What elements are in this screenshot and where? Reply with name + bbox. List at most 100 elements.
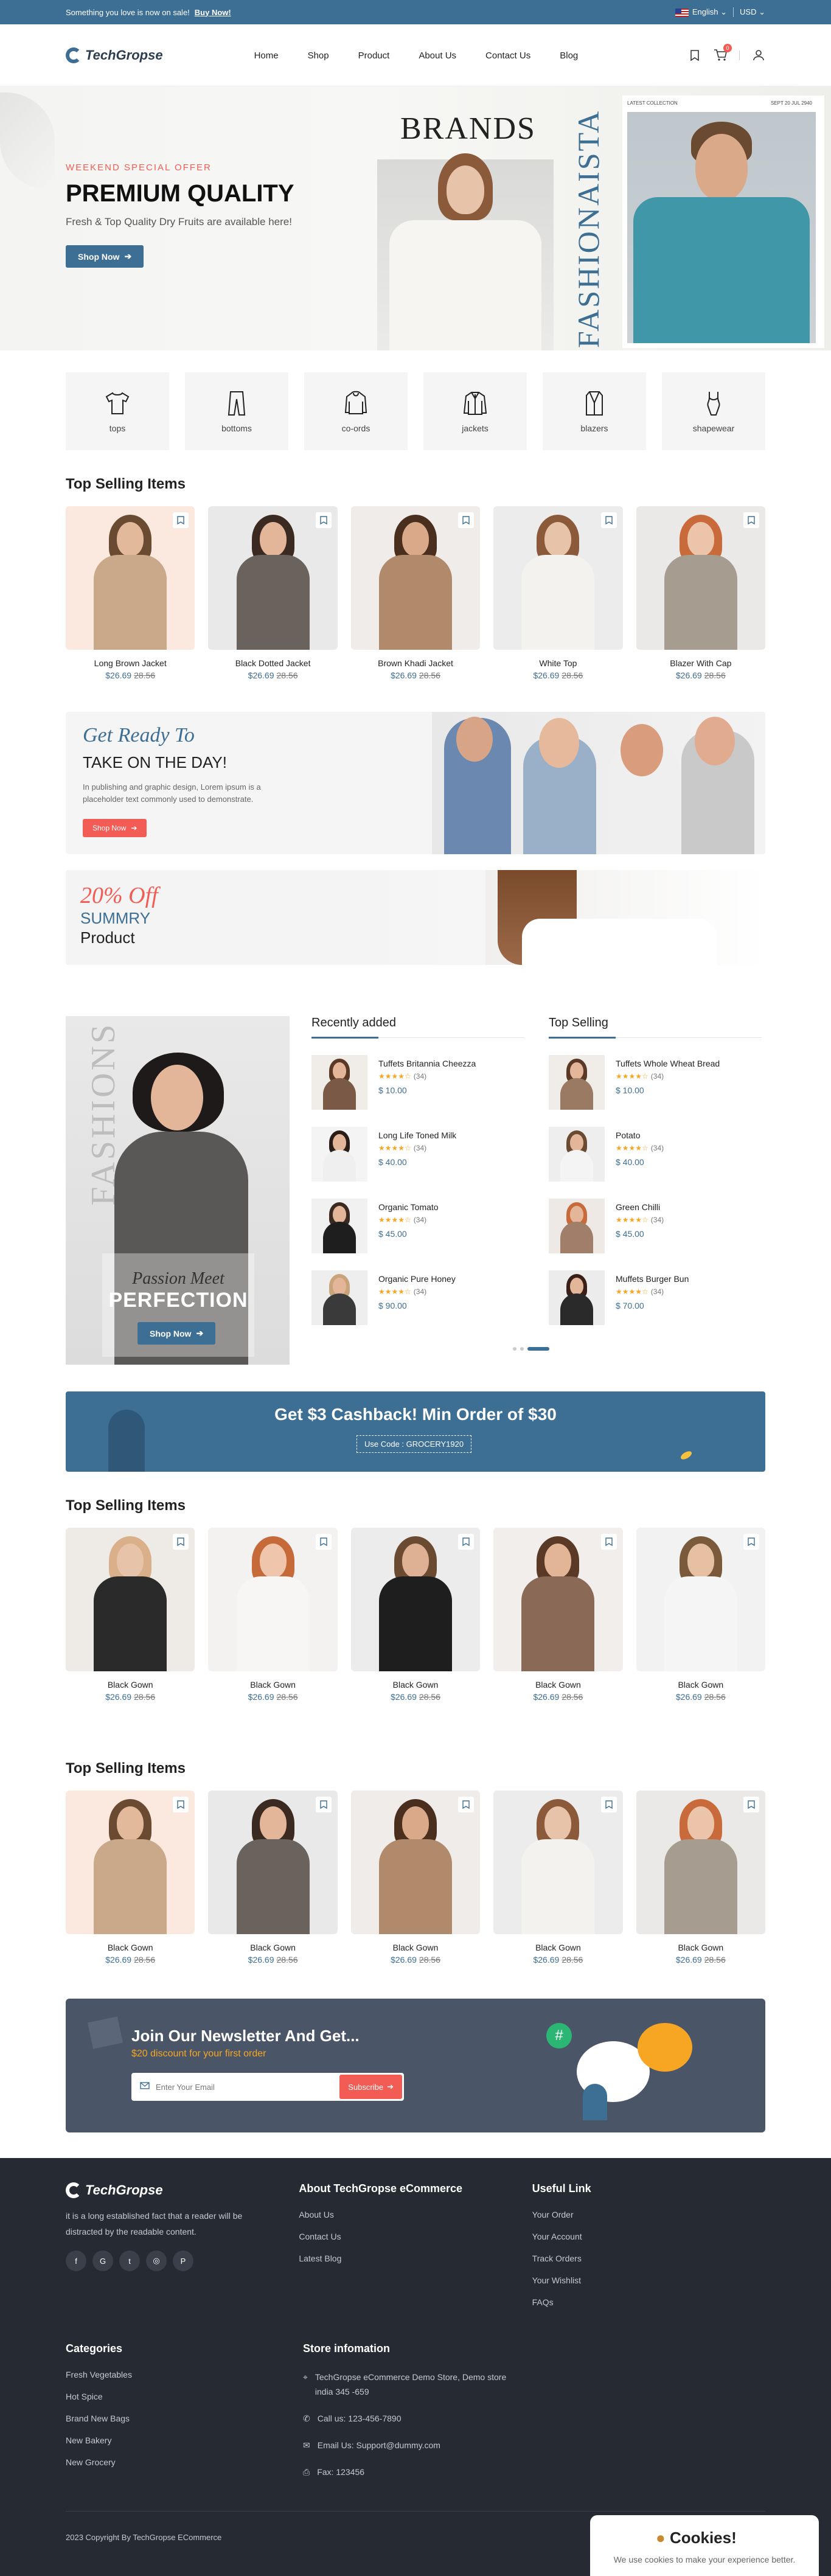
product-card[interactable]: Black Gown $26.69 28.56 — [636, 1528, 766, 1702]
nav-product[interactable]: Product — [358, 50, 390, 61]
carousel-dot[interactable] — [513, 1347, 516, 1351]
list-item-thumbnail[interactable] — [311, 1055, 367, 1110]
product-name[interactable]: Black Gown — [493, 1943, 622, 1952]
list-item[interactable]: Tuffets Whole Wheat Bread ★★★★☆ (34) $ 10.0… — [549, 1055, 762, 1110]
product-name[interactable]: Black Gown — [351, 1943, 480, 1952]
bookmark-icon[interactable] — [458, 1797, 475, 1812]
list-item-name[interactable]: Organic Pure Honey — [378, 1274, 456, 1284]
product-image[interactable] — [350, 1528, 481, 1671]
product-image[interactable] — [493, 506, 623, 650]
hero-shop-now-button[interactable]: Shop Now ➔ — [66, 245, 144, 268]
bookmark-icon[interactable] — [743, 1534, 760, 1550]
bookmark-icon[interactable] — [458, 512, 475, 528]
product-image[interactable] — [350, 1791, 481, 1934]
list-item-name[interactable]: Tuffets Whole Wheat Bread — [616, 1059, 720, 1068]
bookmark-icon[interactable] — [458, 1534, 475, 1550]
bookmark-icon[interactable] — [600, 1797, 617, 1812]
list-item-thumbnail[interactable] — [549, 1199, 605, 1253]
product-card[interactable]: Black Gown $26.69 28.56 — [66, 1528, 195, 1702]
subscribe-button[interactable]: Subscribe ➔ — [339, 2075, 402, 2099]
bookmark-icon[interactable] — [743, 1797, 760, 1812]
product-card[interactable]: Brown Khadi Jacket $26.69 28.56 — [350, 506, 481, 680]
nav-contact-us[interactable]: Contact Us — [485, 50, 530, 61]
product-name[interactable]: Black Gown — [66, 1680, 195, 1690]
product-card[interactable]: Black Gown $26.69 28.56 — [208, 1791, 338, 1965]
footer-link-latest-blog[interactable]: Latest Blog — [299, 2254, 532, 2263]
bookmark-icon[interactable] — [315, 1797, 332, 1812]
product-name[interactable]: Black Dotted Jacket — [208, 658, 337, 668]
product-name[interactable]: Black Gown — [636, 1680, 765, 1690]
product-image[interactable] — [636, 506, 766, 650]
product-image[interactable] — [493, 1791, 623, 1934]
list-item-name[interactable]: Long Life Toned Milk — [378, 1130, 456, 1140]
footer-link-track-orders[interactable]: Track Orders — [532, 2254, 765, 2263]
bookmark-icon[interactable] — [173, 1797, 189, 1812]
list-item-name[interactable]: Tuffets Britannia Cheezza — [378, 1059, 476, 1068]
nav-blog[interactable]: Blog — [560, 50, 578, 61]
logo[interactable]: TechGropse — [66, 47, 163, 63]
list-item-thumbnail[interactable] — [311, 1127, 367, 1182]
poster-shop-now-button[interactable]: Shop Now ➔ — [137, 1322, 216, 1345]
carousel-dot[interactable] — [520, 1347, 524, 1351]
list-item-thumbnail[interactable] — [311, 1270, 367, 1325]
list-item-thumbnail[interactable] — [311, 1199, 367, 1253]
footer-link-your-account[interactable]: Your Account — [532, 2232, 765, 2241]
footer-category-link[interactable]: Fresh Vegetables — [66, 2370, 303, 2379]
product-card[interactable]: Black Gown $26.69 28.56 — [350, 1791, 481, 1965]
facebook-icon[interactable]: f — [66, 2251, 86, 2271]
nav-shop[interactable]: Shop — [308, 50, 329, 61]
google-icon[interactable]: G — [92, 2251, 113, 2271]
product-name[interactable]: Black Gown — [66, 1943, 195, 1952]
footer-category-link[interactable]: Brand New Bags — [66, 2414, 303, 2423]
product-card[interactable]: Black Gown $26.69 28.56 — [350, 1528, 481, 1702]
product-name[interactable]: Black Gown — [208, 1943, 337, 1952]
bookmark-icon[interactable] — [600, 1534, 617, 1550]
bookmark-icon[interactable] — [173, 1534, 189, 1550]
nav-home[interactable]: Home — [254, 50, 279, 61]
footer-category-link[interactable]: New Bakery — [66, 2435, 303, 2445]
bookmark-icon[interactable] — [688, 49, 701, 62]
currency-selector[interactable]: USD ⌄ — [740, 7, 765, 17]
list-item-name[interactable]: Organic Tomato — [378, 1202, 439, 1212]
carousel-dot-active[interactable] — [527, 1347, 549, 1351]
footer-link-contact-us[interactable]: Contact Us — [299, 2232, 532, 2241]
footer-category-link[interactable]: Hot Spice — [66, 2392, 303, 2401]
bookmark-icon[interactable] — [173, 512, 189, 528]
list-item[interactable]: Tuffets Britannia Cheezza ★★★★☆ (34) $ 10.0… — [311, 1055, 524, 1110]
list-item-thumbnail[interactable] — [549, 1055, 605, 1110]
product-name[interactable]: Black Gown — [351, 1680, 480, 1690]
list-item[interactable]: Long Life Toned Milk ★★★★☆ (34) $ 40.00 — [311, 1127, 524, 1182]
twitter-icon[interactable]: t — [119, 2251, 140, 2271]
bookmark-icon[interactable] — [743, 512, 760, 528]
product-name[interactable]: Brown Khadi Jacket — [351, 658, 480, 668]
banner-shop-now-button[interactable]: Shop Now ➔ — [83, 819, 147, 837]
product-image[interactable] — [208, 506, 338, 650]
product-image[interactable] — [350, 506, 481, 650]
list-item-name[interactable]: Green Chilli — [616, 1202, 664, 1212]
product-image[interactable] — [636, 1528, 766, 1671]
category-bottoms[interactable]: bottoms — [185, 372, 288, 450]
footer-link-wishlist[interactable]: Your Wishlist — [532, 2275, 765, 2285]
product-card[interactable]: Black Dotted Jacket $26.69 28.56 — [208, 506, 338, 680]
footer-category-link[interactable]: New Grocery — [66, 2457, 303, 2467]
pinterest-icon[interactable]: P — [173, 2251, 193, 2271]
product-image[interactable] — [636, 1791, 766, 1934]
buy-now-link[interactable]: Buy Now! — [195, 8, 231, 17]
product-image[interactable] — [66, 506, 195, 650]
language-selector[interactable]: English ⌄ — [675, 7, 727, 17]
footer-logo[interactable]: TechGropse — [66, 2182, 299, 2198]
category-tops[interactable]: tops — [66, 372, 169, 450]
product-name[interactable]: Black Gown — [493, 1680, 622, 1690]
user-icon[interactable] — [752, 49, 765, 62]
product-card[interactable]: Black Gown $26.69 28.56 — [493, 1791, 623, 1965]
instagram-icon[interactable]: ◎ — [146, 2251, 167, 2271]
category-jackets[interactable]: jackets — [423, 372, 527, 450]
email-input[interactable] — [156, 2082, 340, 2092]
category-shapewear[interactable]: shapewear — [662, 372, 765, 450]
list-item[interactable]: Organic Tomato ★★★★☆ (34) $ 45.00 — [311, 1199, 524, 1253]
nav-about-us[interactable]: About Us — [419, 50, 456, 61]
product-image[interactable] — [208, 1791, 338, 1934]
product-card[interactable]: Black Gown $26.69 28.56 — [66, 1791, 195, 1965]
bookmark-icon[interactable] — [315, 1534, 332, 1550]
list-item-thumbnail[interactable] — [549, 1270, 605, 1325]
